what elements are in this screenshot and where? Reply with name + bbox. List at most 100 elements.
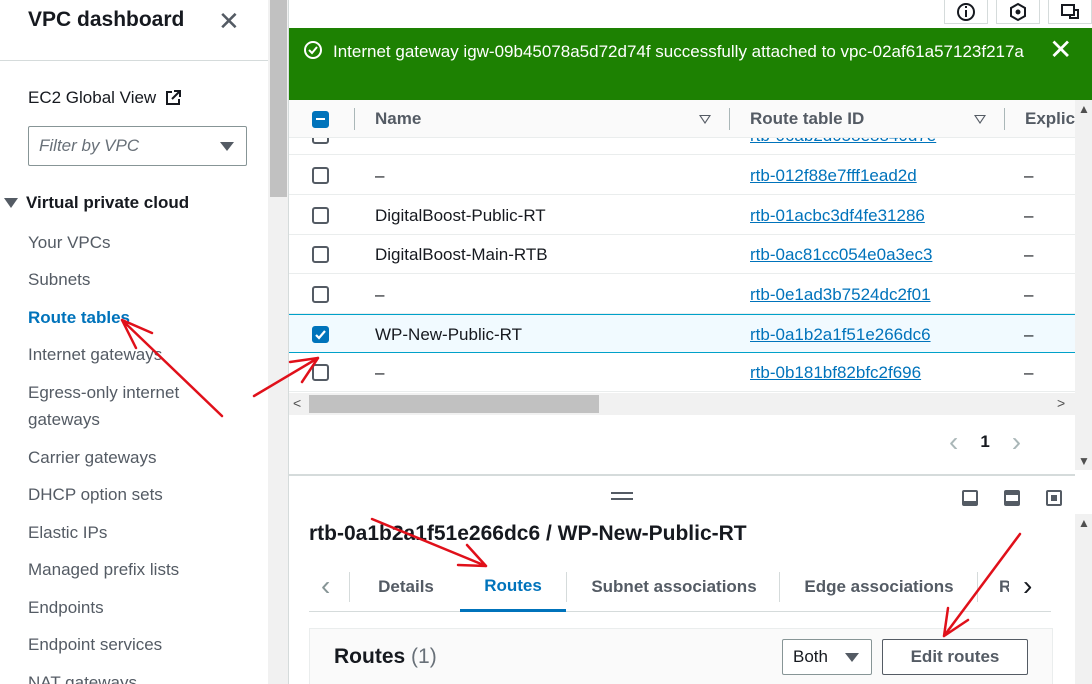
route-table-id-link[interactable]: rtb-01acbc3df4fe31286 (750, 206, 925, 226)
scroll-left-icon[interactable]: < (293, 395, 301, 411)
row-explicit: – (1024, 165, 1034, 185)
row-checkbox[interactable] (312, 364, 329, 381)
row-explicit: – (1024, 244, 1034, 264)
column-header-route-table-id[interactable]: Route table ID (750, 100, 864, 138)
panel-bottom-icon[interactable] (962, 490, 978, 506)
chevron-left-icon[interactable]: ‹ (321, 570, 330, 602)
route-table-id-link[interactable]: rtb-0ac81cc054e0a3ec3 (750, 245, 932, 265)
edit-routes-button[interactable]: Edit routes (882, 639, 1028, 675)
filter-by-vpc-select[interactable]: Filter by VPC (28, 126, 247, 166)
row-explicit: – (1024, 284, 1034, 304)
panel-vertical-scrollbar[interactable]: ▲ (1075, 514, 1092, 684)
column-divider (354, 108, 355, 130)
panel-middle-icon[interactable] (1004, 490, 1020, 506)
sidebar-item-dhcp-option-sets[interactable]: DHCP option sets (28, 481, 258, 508)
ec2-global-view-label: EC2 Global View (28, 88, 157, 107)
table-row[interactable]: – rtb-0b181bf82bfc2f696 – (289, 353, 1075, 392)
section-label: Virtual private cloud (26, 193, 190, 212)
tab-routes[interactable]: Routes (460, 562, 566, 612)
sidebar-item-egress-only-internet-gateways[interactable]: Egress-only internet gateways (28, 379, 198, 433)
sidebar-item-carrier-gateways[interactable]: Carrier gateways (28, 444, 258, 471)
scroll-up-icon[interactable]: ▲ (1078, 516, 1090, 530)
sort-icon[interactable] (974, 114, 986, 124)
sidebar-item-elastic-ips[interactable]: Elastic IPs (28, 519, 258, 546)
row-name: DigitalBoost-Main-RTB (375, 244, 548, 264)
sidebar-item-managed-prefix-lists[interactable]: Managed prefix lists (28, 556, 258, 583)
tab-divider (779, 572, 780, 602)
chevron-right-icon[interactable]: › (1023, 570, 1032, 602)
tab-divider (349, 572, 350, 602)
column-header-name[interactable]: Name (375, 100, 421, 138)
horizontal-scrollbar-thumb[interactable] (309, 395, 599, 413)
filter-by-vpc-placeholder: Filter by VPC (39, 136, 140, 155)
chevron-right-icon[interactable]: › (1012, 428, 1021, 456)
table-row-selected[interactable]: WP-New-Public-RT rtb-0a1b2a1f51e266dc6 – (289, 314, 1075, 353)
table-row[interactable]: DigitalBoost-Public-RT rtb-01acbc3df4fe3… (289, 196, 1075, 235)
sidebar-item-nat-gateways[interactable]: NAT gateways (28, 669, 258, 684)
route-table-id-link[interactable]: rtb-0b181bf82bfc2f696 (750, 363, 921, 383)
scroll-down-icon[interactable]: ▼ (1078, 454, 1090, 468)
horizontal-scrollbar[interactable]: < > (289, 393, 1075, 415)
tab-more[interactable]: R (999, 562, 1009, 612)
table-vertical-scrollbar[interactable]: ▲ ▼ (1075, 100, 1092, 470)
row-name: – (375, 165, 385, 185)
tab-subnet-associations[interactable]: Subnet associations (571, 562, 777, 612)
route-filter-value: Both (793, 647, 828, 666)
sidebar-item-endpoints[interactable]: Endpoints (28, 594, 258, 621)
sort-icon[interactable] (699, 114, 711, 124)
tab-divider (566, 572, 567, 602)
section-virtual-private-cloud[interactable]: Virtual private cloud (4, 193, 189, 213)
sidebar-item-route-tables[interactable]: Route tables (28, 304, 258, 331)
chevron-down-icon (220, 141, 234, 151)
chevron-left-icon[interactable]: ‹ (949, 428, 958, 456)
column-header-explicit[interactable]: Explic (1025, 100, 1075, 138)
row-checkbox-checked[interactable] (312, 326, 329, 343)
check-icon (315, 330, 326, 340)
route-filter-select[interactable]: Both (782, 639, 872, 675)
sidebar-item-subnets[interactable]: Subnets (28, 266, 258, 293)
sidebar-scrollbar[interactable] (268, 0, 289, 684)
route-tables-table: – rtb-06ab2d058e8840d7e – rtb-012f88e7ff… (289, 100, 1075, 470)
select-all-checkbox[interactable] (312, 110, 329, 128)
routes-heading: Routes (1) (334, 645, 437, 669)
scroll-up-icon[interactable]: ▲ (1078, 102, 1090, 116)
row-name: – (375, 284, 385, 304)
sidebar-title: VPC dashboard (28, 8, 185, 31)
ec2-global-view-link[interactable]: EC2 Global View (28, 88, 182, 108)
table-row[interactable]: – rtb-0e1ad3b7524dc2f01 – (289, 275, 1075, 314)
flash-message: Internet gateway igw-09b45078a5d72d74f s… (333, 42, 1024, 61)
details-tabs: ‹ Details Routes Subnet associations Edg… (309, 562, 1051, 612)
sidebar-item-internet-gateways[interactable]: Internet gateways (28, 341, 258, 368)
table-row[interactable]: – rtb-012f88e7fff1ead2d – (289, 156, 1075, 195)
top-toolbar (289, 0, 1092, 28)
sidebar: VPC dashboard ✕ EC2 Global View Filter b… (0, 0, 268, 684)
row-checkbox[interactable] (312, 246, 329, 263)
routes-container: Routes (1) Both Edit routes (309, 628, 1053, 684)
close-icon[interactable]: ✕ (218, 8, 240, 34)
route-table-id-link[interactable]: rtb-0a1b2a1f51e266dc6 (750, 325, 931, 345)
routes-count: (1) (411, 645, 437, 668)
row-explicit: – (1024, 205, 1034, 225)
hexagon-icon[interactable] (996, 0, 1040, 24)
row-checkbox[interactable] (312, 286, 329, 303)
row-checkbox[interactable] (312, 207, 329, 224)
tab-details[interactable]: Details (357, 562, 455, 612)
row-checkbox[interactable] (312, 167, 329, 184)
chevron-down-icon (845, 652, 859, 662)
table-row[interactable]: DigitalBoost-Main-RTB rtb-0ac81cc054e0a3… (289, 235, 1075, 274)
sidebar-item-your-vpcs[interactable]: Your VPCs (28, 229, 258, 256)
row-explicit: – (1024, 362, 1034, 382)
sidebar-scrollbar-thumb[interactable] (270, 0, 287, 197)
row-explicit: – (1024, 324, 1034, 344)
screen-icon[interactable] (1048, 0, 1092, 24)
drag-handle-icon[interactable] (611, 492, 633, 500)
panel-full-icon[interactable] (1046, 490, 1062, 506)
close-icon[interactable]: ✕ (1049, 36, 1072, 64)
sidebar-item-endpoint-services[interactable]: Endpoint services (28, 631, 258, 658)
route-table-id-link[interactable]: rtb-0e1ad3b7524dc2f01 (750, 285, 931, 305)
page-number[interactable]: 1 (980, 432, 989, 452)
info-icon[interactable] (944, 0, 988, 24)
tab-edge-associations[interactable]: Edge associations (784, 562, 974, 612)
scroll-right-icon[interactable]: > (1057, 395, 1065, 411)
route-table-id-link[interactable]: rtb-012f88e7fff1ead2d (750, 166, 917, 186)
